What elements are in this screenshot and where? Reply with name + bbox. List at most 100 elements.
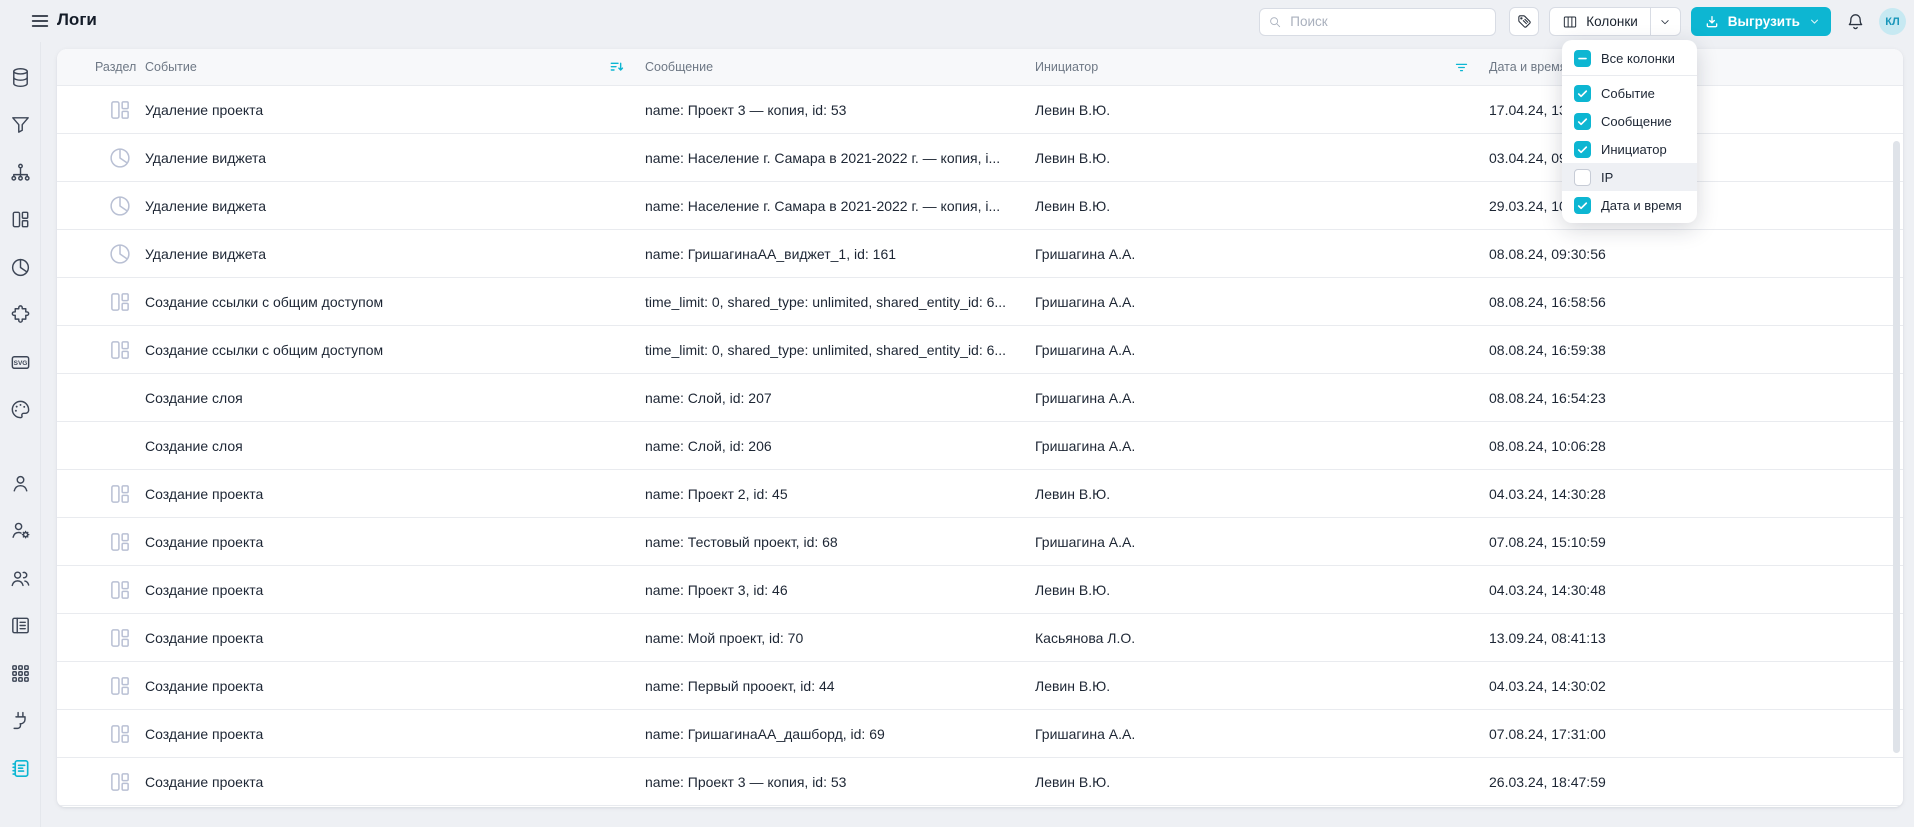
event-cell: Удаление виджета bbox=[145, 246, 284, 262]
sidebar-item-palette[interactable] bbox=[0, 396, 40, 424]
columns-button[interactable]: Колонки bbox=[1550, 8, 1650, 35]
ip-checkbox[interactable] bbox=[1574, 169, 1591, 186]
message-cell: name: Население г. Самара в 2021-2022 г.… bbox=[645, 150, 1018, 166]
message-checkbox[interactable] bbox=[1574, 113, 1591, 130]
dropdown-divider bbox=[1562, 75, 1697, 76]
dropdown-item-event[interactable]: Событие bbox=[1562, 79, 1697, 107]
initiator-checkbox[interactable] bbox=[1574, 141, 1591, 158]
tags-button[interactable] bbox=[1509, 7, 1539, 36]
table-row[interactable]: Создание ссылки с общим доступом time_li… bbox=[57, 278, 1903, 326]
message-cell: name: Проект 3, id: 46 bbox=[645, 582, 806, 598]
table-row[interactable]: Создание проекта name: Проект 3, id: 46 … bbox=[57, 566, 1903, 614]
datetime-cell: 08.08.24, 16:59:38 bbox=[1489, 342, 1624, 358]
sidebar-item-logs[interactable] bbox=[0, 754, 40, 782]
initiator-cell: Касьянова Л.О. bbox=[1035, 630, 1153, 646]
event-checkbox[interactable] bbox=[1574, 85, 1591, 102]
table-row[interactable]: Создание проекта name: Мой проект, id: 7… bbox=[57, 614, 1903, 662]
filter-icon[interactable] bbox=[1454, 60, 1469, 75]
event-cell: Создание проекта bbox=[145, 582, 281, 598]
initiator-cell: Левин В.Ю. bbox=[1035, 150, 1128, 166]
sidebar-item-dashboard[interactable] bbox=[0, 206, 40, 234]
event-cell: Создание ссылки с общим доступом bbox=[145, 294, 401, 310]
dropdown-item-initiator[interactable]: Инициатор bbox=[1562, 135, 1697, 163]
filter-icon bbox=[9, 113, 32, 136]
menu-button[interactable] bbox=[27, 8, 53, 34]
sidebar-item-svg[interactable]: SVG bbox=[0, 348, 40, 376]
vertical-scrollbar[interactable] bbox=[1893, 141, 1900, 753]
export-button[interactable]: Выгрузить bbox=[1691, 7, 1831, 36]
datetime-cell: 13.09.24, 08:41:13 bbox=[1489, 630, 1624, 646]
sidebar-item-news[interactable] bbox=[0, 612, 40, 640]
event-cell: Удаление проекта bbox=[145, 102, 281, 118]
message-cell: name: Слой, id: 207 bbox=[645, 390, 790, 406]
sidebar-item-user[interactable] bbox=[0, 469, 40, 497]
dashboard-icon bbox=[107, 673, 133, 699]
sidebar-nav: SVG bbox=[0, 42, 40, 782]
sidebar-item-filter[interactable] bbox=[0, 111, 40, 139]
dashboard-icon bbox=[107, 97, 133, 123]
datetime-checkbox[interactable] bbox=[1574, 197, 1591, 214]
table-row[interactable]: Создание ссылки с общим доступом time_li… bbox=[57, 326, 1903, 374]
topbar: Логи Колонки Выгрузить КЛ bbox=[0, 0, 1914, 42]
message-cell: name: ГришагинаАА_виджет_1, id: 161 bbox=[645, 246, 914, 262]
datetime-cell: 04.03.24, 14:30:48 bbox=[1489, 582, 1624, 598]
event-cell: Удаление виджета bbox=[145, 198, 284, 214]
pie-chart-icon bbox=[107, 193, 133, 219]
event-cell: Создание проекта bbox=[145, 774, 281, 790]
search-box bbox=[1259, 8, 1496, 36]
notifications-button[interactable] bbox=[1844, 10, 1866, 34]
sidebar-item-hierarchy[interactable] bbox=[0, 158, 40, 186]
event-cell: Создание слоя bbox=[145, 390, 261, 406]
columns-dropdown-toggle[interactable] bbox=[1650, 8, 1680, 35]
all-columns-checkbox[interactable] bbox=[1574, 50, 1591, 67]
table-row[interactable]: Создание проекта name: Проект 2, id: 45 … bbox=[57, 470, 1903, 518]
table-row[interactable]: Создание слоя name: Слой, id: 206 Гришаг… bbox=[57, 422, 1903, 470]
table-row[interactable]: Создание проекта name: ГришагинаАА_дашбо… bbox=[57, 710, 1903, 758]
message-cell: time_limit: 0, shared_type: unlimited, s… bbox=[645, 342, 1024, 358]
columns-button-label: Колонки bbox=[1586, 14, 1638, 29]
message-cell: time_limit: 0, shared_type: unlimited, s… bbox=[645, 294, 1024, 310]
dashboard-icon bbox=[107, 337, 133, 363]
news-icon bbox=[9, 614, 32, 637]
avatar[interactable]: КЛ bbox=[1879, 8, 1906, 35]
dropdown-item-datetime[interactable]: Дата и время bbox=[1562, 191, 1697, 219]
dropdown-item-all-columns[interactable]: Все колонки bbox=[1562, 44, 1697, 72]
sidebar: SVG bbox=[0, 42, 41, 827]
sidebar-item-database[interactable] bbox=[0, 63, 40, 91]
initiator-cell: Гришагина А.А. bbox=[1035, 294, 1153, 310]
initiator-cell: Гришагина А.А. bbox=[1035, 534, 1153, 550]
download-icon bbox=[1704, 14, 1720, 30]
initiator-cell: Левин В.Ю. bbox=[1035, 486, 1128, 502]
table-row[interactable]: Создание проекта name: Тестовый проект, … bbox=[57, 518, 1903, 566]
sidebar-item-users[interactable] bbox=[0, 564, 40, 592]
message-cell: name: Слой, id: 206 bbox=[645, 438, 790, 454]
search-input[interactable] bbox=[1259, 8, 1496, 36]
table-row[interactable]: Создание проекта name: Проект 3 — копия,… bbox=[57, 758, 1903, 806]
sort-icon[interactable] bbox=[609, 59, 625, 75]
dropdown-item-ip[interactable]: IP bbox=[1562, 163, 1697, 191]
sidebar-item-apps[interactable] bbox=[0, 659, 40, 687]
table-row[interactable]: Создание слоя name: Слой, id: 207 Гришаг… bbox=[57, 374, 1903, 422]
event-cell: Удаление виджета bbox=[145, 150, 284, 166]
message-cell: name: Население г. Самара в 2021-2022 г.… bbox=[645, 198, 1018, 214]
initiator-cell: Левин В.Ю. bbox=[1035, 774, 1128, 790]
chevron-down-icon bbox=[1658, 15, 1672, 29]
datetime-cell: 08.08.24, 10:06:28 bbox=[1489, 438, 1624, 454]
sidebar-item-plug[interactable] bbox=[0, 707, 40, 735]
pie-chart-icon bbox=[107, 145, 133, 171]
sidebar-item-puzzle[interactable] bbox=[0, 301, 40, 329]
sidebar-item-pie-chart[interactable] bbox=[0, 253, 40, 281]
plug-icon bbox=[9, 709, 32, 732]
datetime-cell: 04.03.24, 14:30:02 bbox=[1489, 678, 1624, 694]
user-settings-icon bbox=[9, 519, 32, 542]
dropdown-item-message[interactable]: Сообщение bbox=[1562, 107, 1697, 135]
sidebar-item-user-settings[interactable] bbox=[0, 517, 40, 545]
column-header-section: Раздел bbox=[95, 60, 145, 74]
table-row[interactable]: Создание проекта name: Первый прооект, i… bbox=[57, 662, 1903, 710]
hamburger-icon bbox=[29, 10, 51, 32]
table-row[interactable]: Удаление виджета name: ГришагинаАА_видже… bbox=[57, 230, 1903, 278]
column-header-event: Событие bbox=[145, 59, 645, 75]
user-icon bbox=[9, 472, 32, 495]
message-cell: name: ГришагинаАА_дашборд, id: 69 bbox=[645, 726, 903, 742]
event-cell: Создание проекта bbox=[145, 486, 281, 502]
